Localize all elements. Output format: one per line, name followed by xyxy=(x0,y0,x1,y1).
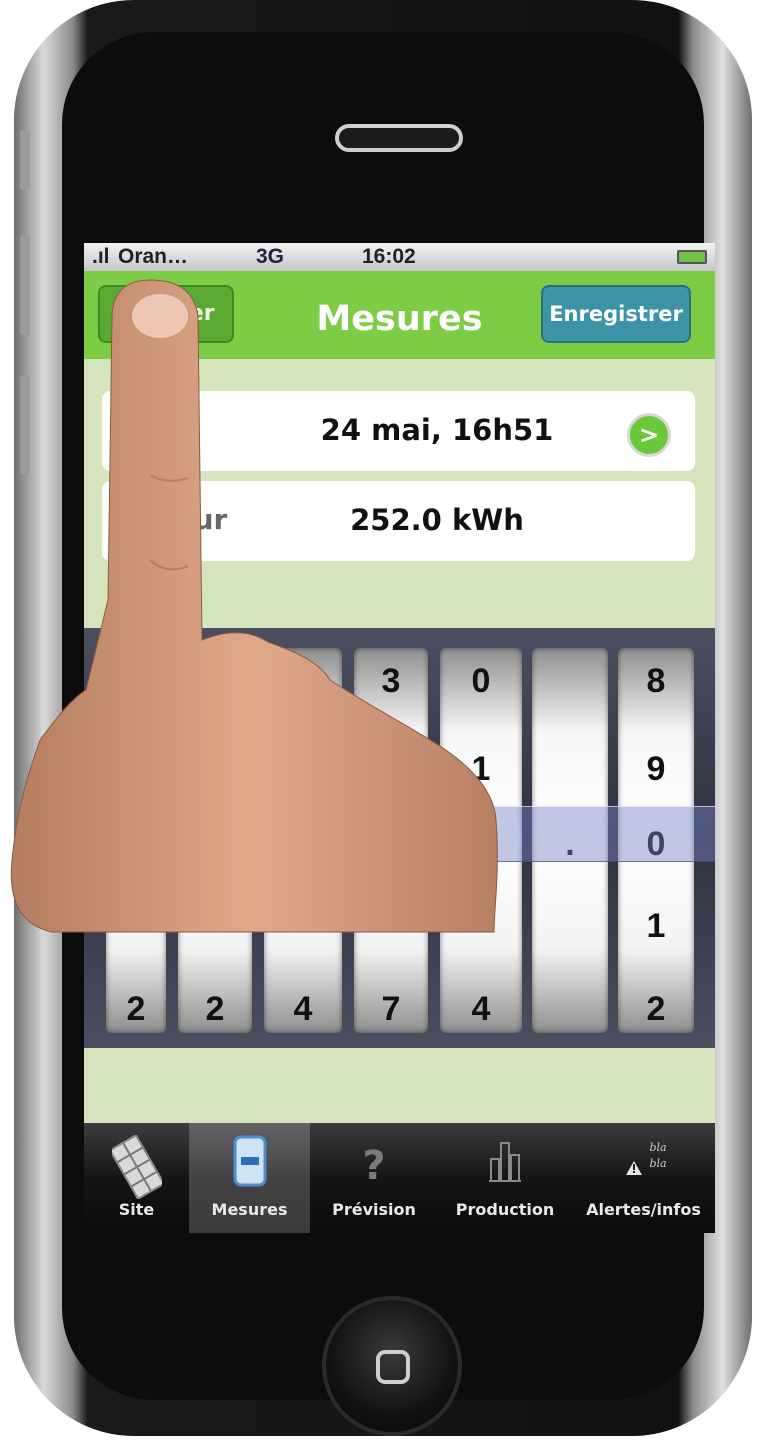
value-display: 252.0 kWh xyxy=(350,503,524,537)
signal-icon: .ıl xyxy=(92,245,110,268)
picker-digit: 0 xyxy=(293,662,313,700)
picker-digit: 2 xyxy=(126,990,146,1028)
volume-down-button xyxy=(20,375,30,475)
save-button[interactable]: Enregistrer xyxy=(541,285,691,343)
tab-label: Production xyxy=(455,1200,555,1219)
volume-up-button xyxy=(20,235,30,335)
navigation-bar: Annuler Mesures Enregistrer xyxy=(84,271,715,359)
tab-label: Site xyxy=(118,1200,155,1219)
date-value: 24 mai, 16h51 xyxy=(320,413,554,447)
alert-icon: bla bla xyxy=(625,1141,666,1175)
picker-digit: 2 xyxy=(205,990,225,1028)
alert-icon-text: bla xyxy=(649,1157,666,1170)
picker-digit: 2 xyxy=(646,990,666,1028)
home-button[interactable] xyxy=(322,1296,462,1436)
picker-digit: 3 xyxy=(381,662,401,700)
tab-alertes[interactable]: bla bla Alertes/infos xyxy=(572,1123,715,1233)
tab-label: Mesures xyxy=(211,1200,288,1219)
picker-digit: 9 xyxy=(646,750,666,788)
value-field[interactable]: Valeur 252.0 kWh xyxy=(102,481,695,561)
question-icon: ? xyxy=(362,1143,385,1187)
tab-site[interactable]: Site xyxy=(84,1123,189,1233)
mute-switch xyxy=(20,130,30,190)
number-picker[interactable]: 2 2 0 4 3 7 0 1 4 . 8 9 0 1 2 xyxy=(84,628,715,1048)
picker-digit: 4 xyxy=(471,990,491,1028)
carrier-name: Oran… xyxy=(118,245,189,268)
date-label: Date xyxy=(126,413,201,446)
app-screen: .ıl Oran… 3G 16:02 Annuler Mesures Enreg… xyxy=(84,243,715,1233)
date-field[interactable]: Date 24 mai, 16h51 > xyxy=(102,391,695,471)
tab-label: Prévision xyxy=(332,1200,416,1219)
svg-text:?: ? xyxy=(362,1143,385,1187)
alert-icon-text: bla xyxy=(649,1141,666,1154)
tab-bar: Site Mesures ? Prévision Production bla … xyxy=(84,1123,715,1233)
picker-digit: 7 xyxy=(381,990,401,1028)
solar-panel-icon xyxy=(111,1135,162,1199)
status-bar: .ıl Oran… 3G 16:02 xyxy=(84,243,715,271)
tab-mesures[interactable]: Mesures xyxy=(189,1123,310,1233)
value-label: Valeur xyxy=(126,503,228,536)
meter-icon xyxy=(233,1135,266,1187)
picker-digit: 1 xyxy=(471,750,491,788)
status-time: 16:02 xyxy=(362,245,416,268)
tab-label: Alertes/infos xyxy=(586,1200,701,1219)
picker-digit: 1 xyxy=(646,907,666,945)
tab-production[interactable]: Production xyxy=(438,1123,572,1233)
picker-digit: 0 xyxy=(471,662,491,700)
tab-prevision[interactable]: ? Prévision xyxy=(310,1123,438,1233)
picker-digit: 8 xyxy=(646,662,666,700)
network-type: 3G xyxy=(256,245,285,268)
chevron-right-icon[interactable]: > xyxy=(627,413,671,457)
picker-digit: 4 xyxy=(293,990,313,1028)
battery-icon xyxy=(677,250,707,264)
earpiece-speaker xyxy=(335,124,463,152)
bar-chart-icon xyxy=(489,1142,521,1182)
home-square-icon xyxy=(376,1350,410,1384)
picker-selection-bar xyxy=(84,806,715,862)
